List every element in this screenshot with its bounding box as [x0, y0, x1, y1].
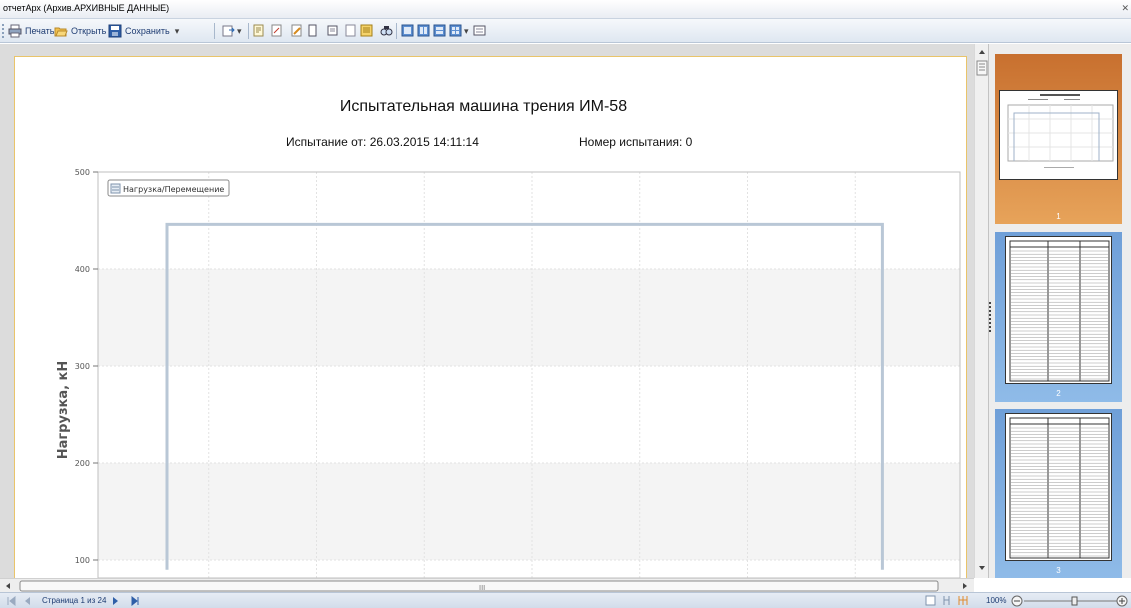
- scroll-down-icon[interactable]: [979, 566, 985, 570]
- scroll-right-icon[interactable]: [963, 583, 967, 589]
- thumbnail-1[interactable]: 1: [995, 54, 1122, 224]
- scroll-left-icon[interactable]: [6, 583, 10, 589]
- thumbnail-panel: 1 2 3: [988, 44, 1131, 578]
- next-page-icon[interactable]: [113, 597, 118, 605]
- page-indicator: Страница 1 из 24: [42, 596, 107, 605]
- y-tick-label: 300: [75, 362, 90, 371]
- last-page-icon[interactable]: [131, 596, 139, 606]
- vertical-scrollbar[interactable]: [974, 44, 988, 578]
- splitter-grip[interactable]: [989, 302, 992, 332]
- thumbnail-label: 1: [1056, 212, 1061, 221]
- thumbnail-page: [1005, 413, 1112, 561]
- y-tick-label: 100: [75, 556, 90, 565]
- thumbnail-page: [1005, 236, 1112, 384]
- chart-band: [98, 463, 960, 560]
- y-axis-label: Нагрузка, кН: [56, 361, 71, 460]
- thumbnail-page: [999, 90, 1118, 180]
- zoom-level: 100%: [986, 596, 1007, 605]
- two-page-mode-icon[interactable]: [943, 596, 950, 605]
- y-tick-label: 500: [75, 168, 90, 177]
- load-chart: 500 400 300 200 100 Нагрузка, кН Нагрузка/Пе…: [56, 168, 961, 578]
- y-tick-label: 400: [75, 265, 90, 274]
- chart-band: [98, 269, 960, 366]
- scroll-thumb[interactable]: [976, 60, 988, 76]
- status-bar: Страница 1 из 24 100%: [0, 592, 1131, 608]
- hscroll-grip: III: [479, 584, 485, 592]
- first-page-icon[interactable]: [7, 596, 16, 606]
- close-icon[interactable]: ✕: [1121, 3, 1129, 14]
- y-tick-label: 200: [75, 459, 90, 468]
- horizontal-scrollbar[interactable]: III: [0, 578, 974, 592]
- legend-swatch: [110, 183, 121, 194]
- zoom-slider-thumb[interactable]: [1071, 596, 1078, 606]
- legend-label: Нагрузка/Перемещение: [123, 185, 224, 194]
- thumbnail-label: 2: [1056, 389, 1061, 398]
- zoom-slider[interactable]: [1010, 594, 1128, 608]
- prev-page-icon[interactable]: [25, 597, 30, 605]
- single-page-mode-icon[interactable]: [925, 595, 936, 606]
- thumbnail-2[interactable]: 2: [995, 232, 1122, 402]
- thumbnail-label: 3: [1056, 566, 1061, 575]
- multi-page-mode-icon[interactable]: [958, 596, 968, 605]
- chart-legend: Нагрузка/Перемещение: [107, 179, 230, 197]
- thumbnail-3[interactable]: 3: [995, 409, 1122, 578]
- scroll-up-icon[interactable]: [979, 50, 985, 54]
